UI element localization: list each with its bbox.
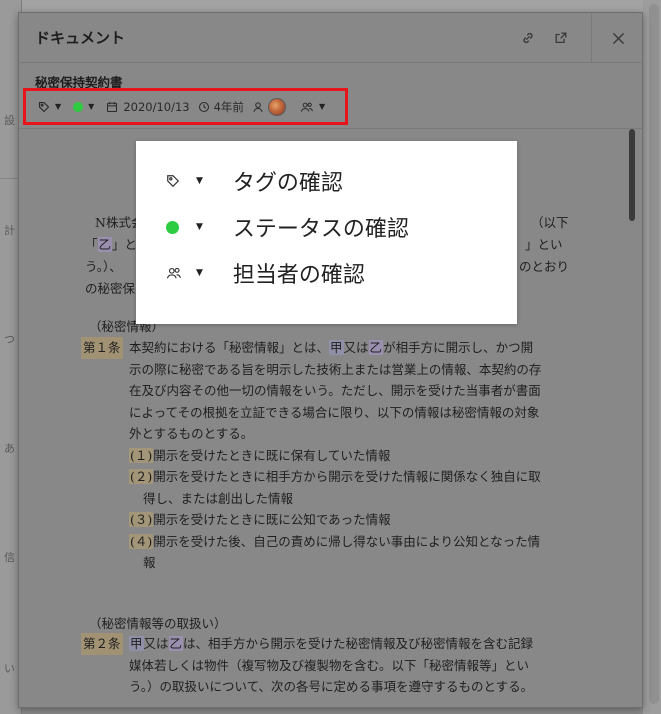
- assignees-icon: [300, 102, 313, 112]
- list-item: (２)開示を受けたときに相手方から開示を受けた情報に関係なく独自に取: [129, 469, 541, 484]
- assignees-icon: [166, 267, 181, 279]
- list-item-continued: 得し、または創出した情報: [143, 490, 294, 506]
- tag-icon: [38, 101, 50, 112]
- list-item-continued: 報: [143, 555, 156, 570]
- avatar[interactable]: [267, 97, 286, 116]
- intro-line-right: （以下: [531, 215, 569, 230]
- tag-dropdown[interactable]: ▼: [38, 101, 61, 113]
- article-2: 第２条 甲又は乙は、相手方から開示を受けた秘密情報及び秘密情報を含む記録 媒体若…: [81, 633, 581, 698]
- owner[interactable]: [252, 97, 286, 116]
- gutter-char: つ: [4, 333, 15, 346]
- article-line: う。）の取扱いについて、次の各号に定める事項を遵守するものとする。: [129, 679, 534, 694]
- clock-icon: [198, 101, 209, 112]
- callout-label: ステータスの確認: [232, 217, 409, 242]
- party-otsu: 乙: [168, 636, 184, 651]
- party-otsu: 乙: [368, 340, 384, 355]
- article-first-line: 本契約における「秘密情報」とは、甲又は乙が相手方に開示し、かつ開: [129, 340, 534, 355]
- document-date: 2020/10/13: [123, 99, 190, 114]
- header-separator: [591, 13, 592, 63]
- status-dropdown[interactable]: ▼: [73, 101, 95, 112]
- relative-time-text: 4年前: [213, 99, 244, 114]
- chevron-down-icon: ▼: [196, 268, 203, 278]
- callout-row-status: ▼ ステータスの確認: [166, 211, 409, 243]
- list-item: (３)開示を受けたときに既に公知であった情報: [129, 512, 391, 527]
- chevron-down-icon: ▼: [196, 222, 203, 232]
- gutter-char: 設: [4, 114, 15, 127]
- article-line: 示の際に秘密である旨を明示した技術上または営業上の情報、本契約の存: [129, 361, 542, 377]
- article-line: 外とするものとする。: [129, 426, 254, 441]
- intro-line: の秘密保: [85, 281, 136, 296]
- article-line: 在及び内容その他一切の情報をいう。ただし、開示を受けた当事者が書面: [129, 383, 541, 398]
- chevron-down-icon: ▼: [88, 102, 95, 111]
- date-field[interactable]: 2020/10/13: [106, 99, 190, 114]
- article-1: 第１条 本契約における「秘密情報」とは、甲又は乙が相手方に開示し、かつ開 示の際…: [81, 337, 581, 574]
- intro-line: 「乙」と: [85, 237, 138, 252]
- section-title: （秘密情報等の取扱い）: [89, 616, 227, 631]
- user-icon: [253, 101, 263, 112]
- callout-label: タグの確認: [232, 171, 343, 196]
- link-icon[interactable]: [517, 27, 539, 49]
- party-otsu: 乙: [97, 237, 113, 252]
- assignees-dropdown[interactable]: ▼: [300, 101, 325, 113]
- article-number: 第２条: [81, 633, 123, 655]
- list-item: (１)開示を受けたときに既に保有していた情報: [129, 447, 391, 463]
- chevron-down-icon: ▼: [318, 102, 326, 111]
- close-icon[interactable]: [607, 27, 629, 49]
- list-item: (４)開示を受けた後、自己の責めに帰し得ない事由により公知となった情: [129, 533, 541, 549]
- modal-title: ドキュメント: [35, 29, 126, 47]
- chevron-down-icon: ▼: [196, 176, 203, 186]
- content-divider: [19, 128, 642, 129]
- content-scroll-thumb[interactable]: [629, 129, 635, 221]
- document-meta-bar-highlighted: ▼ ▼ 2020/10/13 4年前 ▼: [23, 88, 348, 125]
- article-line: 媒体若しくは物件（複写物及び複製物を含む。以下「秘密情報等」とい: [129, 657, 530, 673]
- article-number: 第１条: [81, 337, 123, 359]
- intro-line-right: 」とい: [525, 237, 563, 252]
- callout-row-tag: ▼ タグの確認: [166, 165, 343, 197]
- calendar-icon: [107, 101, 118, 112]
- gutter-char: い: [4, 662, 15, 675]
- party-kou: 甲: [129, 636, 144, 651]
- content-scrollbar[interactable]: [625, 129, 639, 705]
- party-kou: 甲: [329, 340, 344, 355]
- gutter-char: あ: [4, 442, 15, 455]
- annotation-callout: ▼ タグの確認 ▼ ステータスの確認 ▼ 担当者の確認: [136, 141, 517, 324]
- intro-line-right: のとおり: [519, 259, 570, 274]
- tag-icon: [167, 175, 180, 188]
- intro-line: う。）、: [85, 259, 122, 274]
- callout-label: 担当者の確認: [232, 263, 365, 288]
- chevron-down-icon: ▼: [55, 102, 62, 111]
- gutter-char: 計: [4, 224, 15, 237]
- outer-scroll-thumb[interactable]: [649, 4, 659, 704]
- gutter-char: 信: [4, 551, 15, 564]
- document-modal: ドキュメント 秘密保持契約書 ▼ ▼ 2020/10/13 4年前 ▼ N株式会…: [18, 12, 643, 708]
- status-dot-icon: [73, 101, 84, 112]
- outer-scrollbar[interactable]: [643, 0, 661, 714]
- modal-header: ドキュメント: [19, 13, 642, 63]
- article-line: によってその根拠を立証できる場合に限り、以下の情報は秘密情報の対象: [129, 404, 540, 420]
- status-dot-icon: [166, 220, 179, 234]
- relative-time: 4年前: [198, 99, 244, 115]
- callout-row-assignees: ▼ 担当者の確認: [166, 257, 365, 289]
- external-link-icon[interactable]: [550, 27, 572, 49]
- article-first-line: 甲又は乙は、相手方から開示を受けた秘密情報及び秘密情報を含む記録: [129, 636, 534, 651]
